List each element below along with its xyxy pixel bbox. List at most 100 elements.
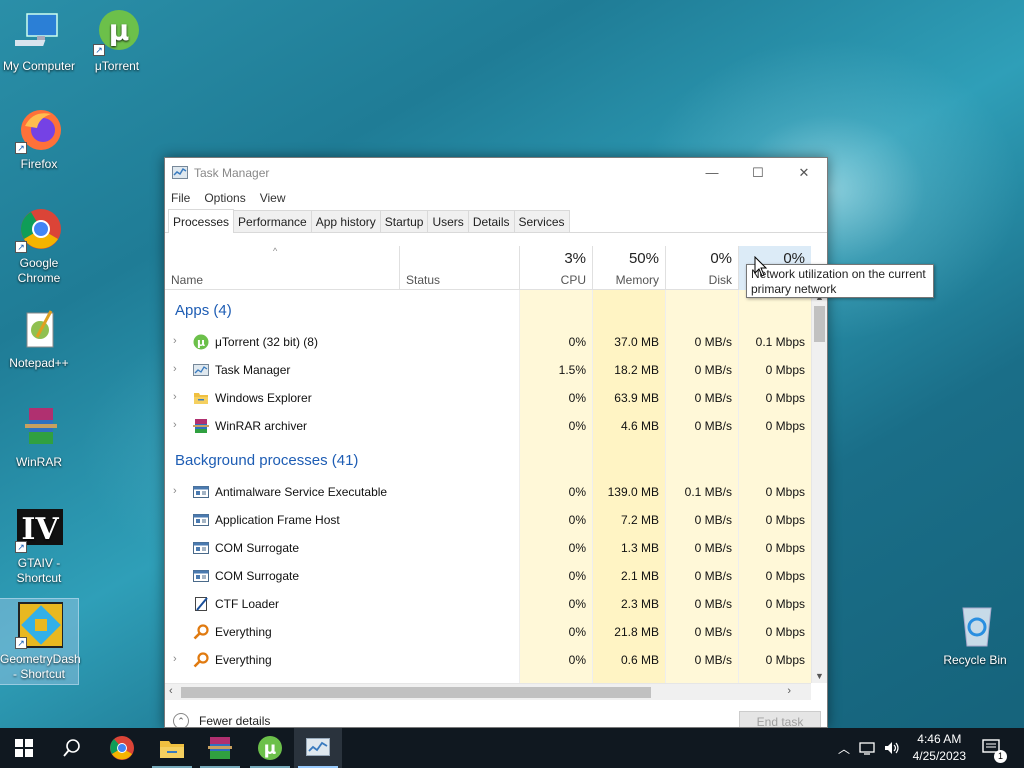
maximize-button[interactable]: ☐: [735, 158, 781, 187]
tab-users[interactable]: Users: [427, 210, 469, 232]
minimize-button[interactable]: —: [689, 158, 735, 187]
column-header-memory[interactable]: 50% Memory: [592, 246, 665, 290]
cpu-cell: 0%: [568, 391, 586, 405]
close-button[interactable]: ✕: [781, 158, 827, 187]
firefox-icon: ↗: [15, 106, 63, 154]
fewer-details-button[interactable]: ⌃ Fewer details: [173, 713, 270, 727]
process-name: μTorrent (32 bit) (8): [215, 335, 318, 349]
memory-cell: 7.2 MB: [620, 513, 659, 527]
network-cell: 0 Mbps: [765, 653, 805, 667]
table-row[interactable]: COM Surrogate 0% 1.3 MB 0 MB/s 0 Mbps: [165, 534, 811, 562]
scroll-thumb[interactable]: [181, 687, 651, 698]
desktop-icon-firefox[interactable]: ↗ Firefox: [0, 106, 78, 172]
gtaiv-icon: IV ↗: [15, 505, 63, 553]
column-header-disk[interactable]: 0% Disk: [665, 246, 738, 290]
notifications-button[interactable]: 1: [982, 728, 1007, 768]
scroll-thumb[interactable]: [814, 306, 825, 342]
desktop-icon-my-computer[interactable]: My Computer: [0, 8, 78, 74]
desktop-icon-recycle-bin[interactable]: Recycle Bin: [936, 602, 1014, 668]
winrar-icon: [208, 737, 232, 759]
tab-processes[interactable]: Processes: [168, 209, 235, 233]
task-manager-icon: [306, 738, 330, 756]
volume-icon[interactable]: [884, 741, 900, 755]
group-header-background[interactable]: Background processes (41): [175, 452, 358, 469]
table-row[interactable]: COM Surrogate 0% 2.1 MB 0 MB/s 0 Mbps: [165, 562, 811, 590]
menu-options[interactable]: Options: [204, 191, 245, 205]
start-button[interactable]: [0, 728, 48, 768]
taskbar-chrome[interactable]: [98, 728, 146, 768]
scroll-right-icon[interactable]: ›: [787, 685, 791, 697]
process-name: Everything: [215, 625, 272, 639]
menu-file[interactable]: File: [171, 191, 190, 205]
chevron-right-icon[interactable]: ›: [173, 485, 177, 497]
vertical-scrollbar[interactable]: ▲ ▼: [811, 290, 827, 683]
network-cell: 0 Mbps: [765, 541, 805, 555]
disk-cell: 0 MB/s: [694, 391, 732, 405]
table-row[interactable]: Application Frame Host 0% 7.2 MB 0 MB/s 0 Mb…: [165, 506, 811, 534]
desktop-icon-label: Google Chrome: [17, 256, 61, 285]
chevron-right-icon[interactable]: ›: [173, 391, 177, 403]
chevron-up-icon: ⌃: [173, 713, 189, 727]
table-row[interactable]: CTF Loader 0% 2.3 MB 0 MB/s 0 Mbps: [165, 590, 811, 618]
table-header: ^ Name Status 3% CPU 50% Memory 0% Disk …: [165, 246, 811, 290]
column-header-cpu[interactable]: 3% CPU: [519, 246, 592, 290]
network-cell: 0 Mbps: [765, 569, 805, 583]
network-tooltip: Network utilization on the current prima…: [746, 264, 934, 298]
desktop-icon-notepadpp[interactable]: Notepad++: [0, 305, 78, 371]
winrar-icon: [193, 418, 209, 434]
folder-icon: [193, 390, 209, 406]
chevron-right-icon[interactable]: ›: [173, 653, 177, 665]
scroll-down-icon[interactable]: ▼: [815, 671, 824, 681]
tab-services[interactable]: Services: [513, 210, 570, 232]
service-icon: [193, 540, 209, 556]
service-icon: [193, 484, 209, 500]
memory-cell: 1.3 MB: [620, 541, 659, 555]
chevron-up-icon[interactable]: ︿: [838, 740, 850, 757]
computer-icon: [9, 8, 63, 56]
taskbar-winrar[interactable]: [196, 728, 244, 768]
desktop-icon-winrar[interactable]: WinRAR: [0, 404, 78, 470]
column-header-name[interactable]: ^ Name: [165, 246, 399, 290]
desktop-icon-label: Recycle Bin: [943, 653, 1007, 667]
end-task-button[interactable]: End task: [739, 711, 821, 727]
scroll-left-icon[interactable]: ‹: [169, 685, 173, 697]
taskbar-task-manager[interactable]: [294, 728, 342, 768]
table-row[interactable]: › Windows Explorer 0% 63.9 MB 0 MB/s 0 Mbps: [165, 384, 811, 412]
cpu-cell: 0%: [568, 597, 586, 611]
desktop-icon-gtaiv[interactable]: IV ↗ GTAIV - Shortcut: [0, 505, 78, 586]
tab-performance[interactable]: Performance: [233, 210, 312, 232]
desktop-icon-utorrent[interactable]: μ ↗ μTorrent: [78, 8, 156, 74]
table-row[interactable]: › Task Manager 1.5% 18.2 MB 0 MB/s 0 Mbps: [165, 356, 811, 384]
network-cell: 0 Mbps: [765, 625, 805, 639]
menu-view[interactable]: View: [260, 191, 286, 205]
network-cell: 0 Mbps: [765, 419, 805, 433]
task-manager-window[interactable]: Task Manager — ☐ ✕ File Options View Pro…: [164, 157, 828, 728]
table-row[interactable]: › Antimalware Service Executable 0% 139.0 M…: [165, 478, 811, 506]
desktop-icon-chrome[interactable]: ↗ Google Chrome: [0, 205, 78, 286]
network-icon[interactable]: [859, 741, 875, 755]
process-name: Task Manager: [215, 363, 291, 377]
tab-startup[interactable]: Startup: [379, 210, 429, 232]
desktop-icon-label: μTorrent: [94, 59, 140, 73]
chevron-right-icon[interactable]: ›: [173, 335, 177, 347]
desktop-icon-geometrydash[interactable]: ↗ GeometryDash - Shortcut: [0, 598, 81, 685]
tab-details[interactable]: Details: [467, 210, 515, 232]
search-button[interactable]: [48, 728, 96, 768]
table-row[interactable]: › WinRAR archiver 0% 4.6 MB 0 MB/s 0 Mbps: [165, 412, 811, 440]
ctf-icon: [193, 596, 209, 612]
horizontal-scrollbar[interactable]: ‹ ›: [165, 683, 811, 700]
network-cell: 0.1 Mbps: [755, 335, 805, 349]
taskbar-utorrent[interactable]: μ: [246, 728, 294, 768]
geometrydash-icon: ↗: [15, 601, 64, 649]
table-row[interactable]: Everything 0% 21.8 MB 0 MB/s 0 Mbps: [165, 618, 811, 646]
table-row[interactable]: › μ μTorrent (32 bit) (8) 0% 37.0 MB 0 MB/s 0.…: [165, 328, 811, 356]
group-header-apps[interactable]: Apps (4): [175, 302, 232, 319]
clock[interactable]: 4:46 AM 4/25/2023: [913, 731, 966, 765]
column-header-status[interactable]: Status: [399, 246, 519, 290]
chevron-right-icon[interactable]: ›: [173, 419, 177, 431]
chevron-right-icon[interactable]: ›: [173, 363, 177, 375]
taskbar-file-explorer[interactable]: [148, 728, 196, 768]
table-row[interactable]: › Everything 0% 0.6 MB 0 MB/s 0 Mbps: [165, 646, 811, 674]
title-bar[interactable]: Task Manager — ☐ ✕: [165, 158, 827, 187]
tab-app-history[interactable]: App history: [310, 210, 381, 232]
